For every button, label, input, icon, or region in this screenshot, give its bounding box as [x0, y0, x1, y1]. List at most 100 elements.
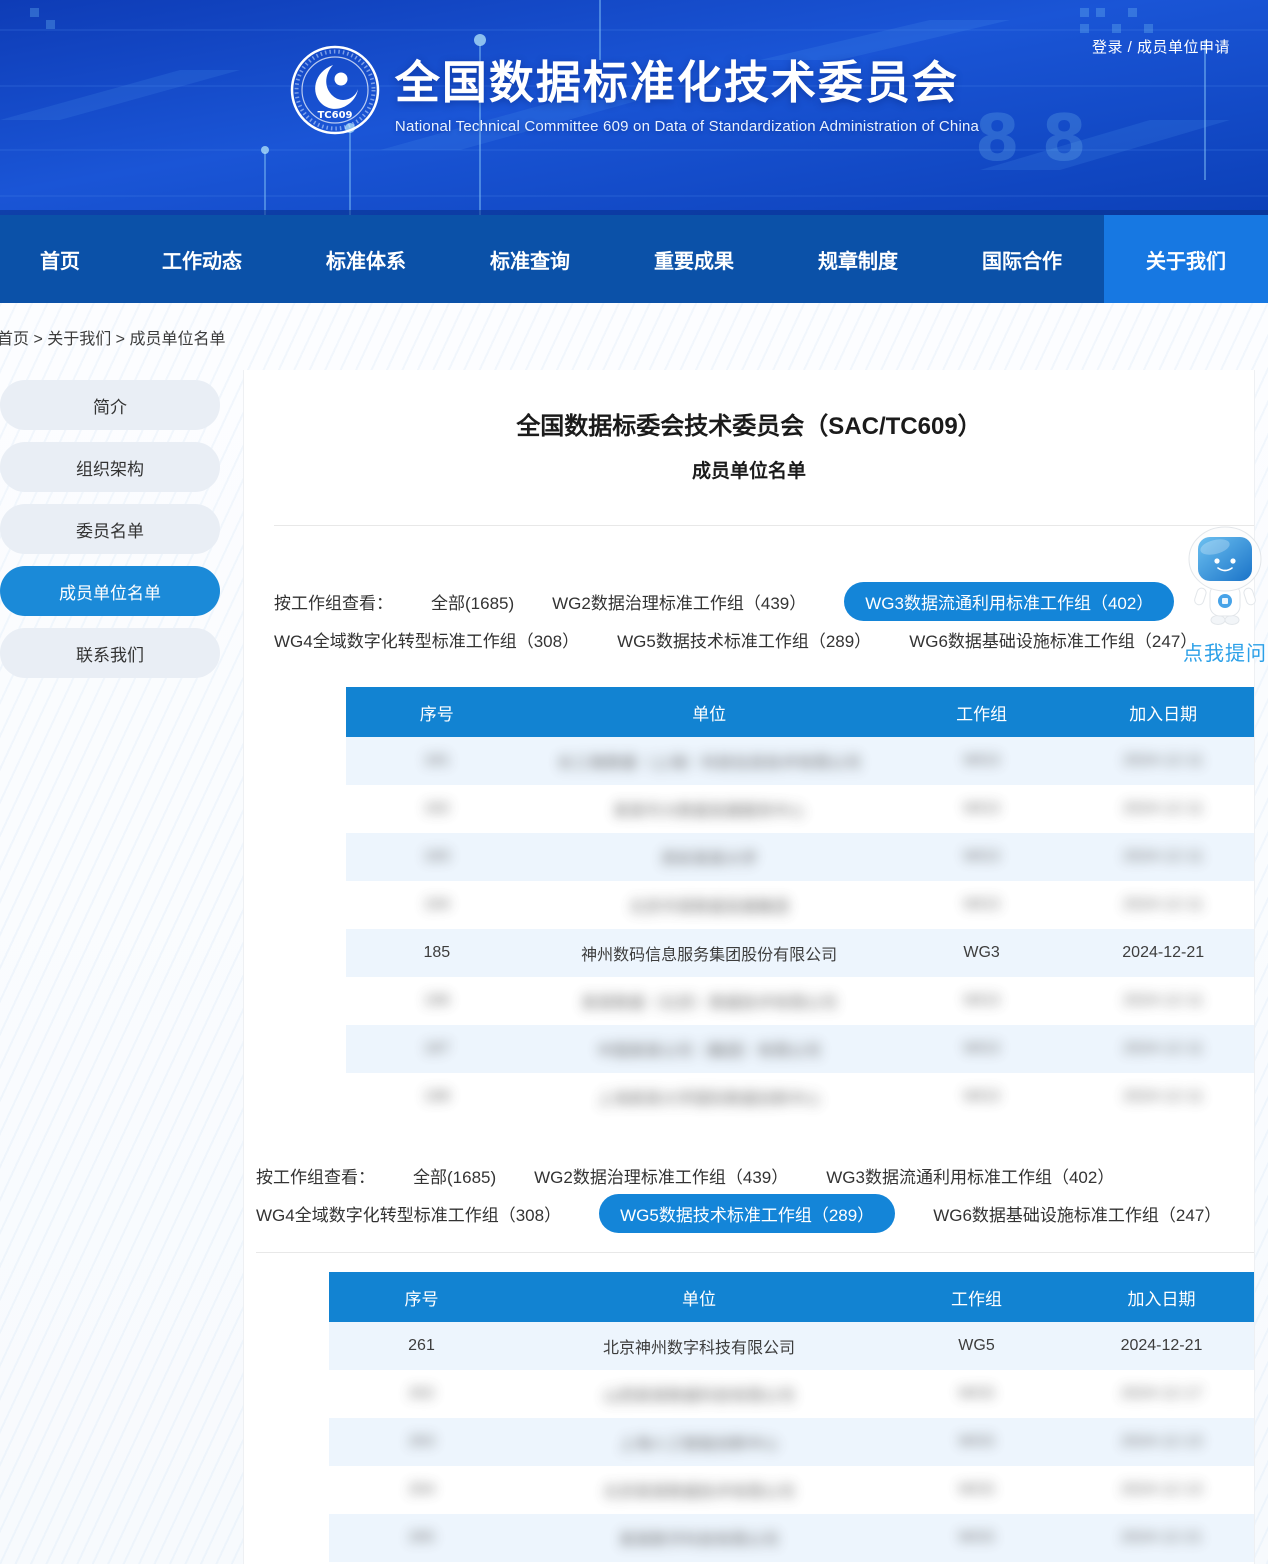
row-wg: WG3 [963, 800, 999, 818]
nav-item-1[interactable]: 首页 [0, 215, 120, 303]
table-header: 序号 [329, 1272, 514, 1322]
filter-option[interactable]: WG4全域数字化转型标准工作组（308） [256, 1201, 561, 1226]
divider [256, 1252, 1254, 1253]
assistant-widget[interactable]: 点我提问 [1183, 526, 1267, 666]
row-date: 2024-12-11 [1123, 1040, 1204, 1058]
table-row: 263上海人工智能创新中心WG52024-12-13 [329, 1418, 1254, 1466]
member-table-wg3: 序号单位工作组加入日期181长三角数据（上海）科技信息技术有限公司WG32024… [346, 687, 1254, 1121]
svg-text:TC609: TC609 [317, 110, 352, 121]
table-header: 加入日期 [1069, 1272, 1254, 1322]
row-unit: 北京神州数字科技有限公司 [603, 1334, 795, 1358]
row-no: 186 [423, 992, 450, 1010]
filter-option[interactable]: WG5数据技术标准工作组（289） [617, 627, 871, 652]
filter-option[interactable]: WG6数据基础设施标准工作组（247） [933, 1201, 1221, 1226]
table-header: 序号 [346, 687, 528, 737]
row-wg: WG5 [958, 1433, 994, 1451]
divider [274, 525, 1254, 526]
page-title: 全国数据标委会技术委员会（SAC/TC609） [244, 406, 1254, 441]
filter-section-wg5: 按工作组查看：全部(1685)WG2数据治理标准工作组（439）WG3数据流通利… [256, 1156, 1221, 1232]
row-wg: WG5 [958, 1385, 994, 1403]
row-date: 2024-12-13 [1121, 1481, 1203, 1499]
row-no: 265 [408, 1529, 435, 1547]
row-wg: WG3 [963, 848, 999, 866]
filter-option[interactable]: WG2数据治理标准工作组（439） [552, 589, 806, 614]
filter-option[interactable]: WG3数据流通利用标准工作组（402） [826, 1163, 1114, 1188]
row-unit: 上海人工智能创新中心 [619, 1430, 779, 1454]
breadcrumb[interactable]: 首页 > 关于我们 > 成员单位名单 [0, 325, 225, 349]
nav-item-7[interactable]: 国际合作 [940, 215, 1104, 303]
site-banner: 8 8 登录 / 成员单位申请 TC609 全国数据标准化技术委员会 Natio… [0, 0, 1268, 215]
row-unit: 山西某某数据科技有限公司 [603, 1382, 795, 1406]
nav-item-6[interactable]: 规章制度 [776, 215, 940, 303]
member-table-wg5: 序号单位工作组加入日期 261 北京神州数字科技有限公司 WG5 2024-12-21 2… [329, 1272, 1254, 1562]
sidebar-item-4[interactable]: 成员单位名单 [0, 566, 220, 616]
table-header: 加入日期 [1072, 687, 1254, 737]
table-row: 184 北京市某数据发展集团 WG3 2024-12-11 [346, 881, 1254, 929]
sidebar-item-3[interactable]: 委员名单 [0, 504, 220, 554]
row-unit: 神州数码信息服务集团股份有限公司 [581, 941, 837, 965]
filter-option[interactable]: WG6数据基础设施标准工作组（247） [909, 627, 1197, 652]
row-no: 264 [408, 1481, 435, 1499]
table-row: 185神州数码信息服务集团股份有限公司WG32024-12-21 [346, 929, 1254, 977]
filter-option[interactable]: 全部(1685) [413, 1163, 496, 1188]
filter-option[interactable]: WG2数据治理标准工作组（439） [534, 1163, 788, 1188]
row-date: 2024-12-21 [1121, 1529, 1203, 1547]
row-unit: 上海某某大学国际数据创新中心 [597, 1085, 821, 1109]
row-date: 2024-12-11 [1123, 800, 1204, 818]
row-date: 2024-12-17 [1121, 1385, 1203, 1403]
nav-item-4[interactable]: 标准查询 [448, 215, 612, 303]
table-header: 工作组 [884, 1272, 1069, 1322]
row-wg: WG3 [963, 944, 999, 962]
row-date: 2024-12-11 [1123, 848, 1204, 866]
table-row: 264北京某某数据技术有限公司WG52024-12-13 [329, 1466, 1254, 1514]
row-date: 2024-12-11 [1123, 896, 1204, 914]
row-date: 2024-12-13 [1121, 1433, 1203, 1451]
table-row: 181长三角数据（上海）科技信息技术有限公司WG32024-12-11 [346, 737, 1254, 785]
sidebar-item-5[interactable]: 联系我们 [0, 628, 220, 678]
row-unit: 长三角数据（上海）科技信息技术有限公司 [557, 749, 861, 773]
content-card: 全国数据标委会技术委员会（SAC/TC609） 成员单位名单 按工作组查看：全部… [243, 370, 1255, 1564]
table-header: 单位 [528, 687, 891, 737]
login-link[interactable]: 登录 / 成员单位申请 [1092, 36, 1230, 57]
filter-option[interactable]: WG4全域数字化转型标准工作组（308） [274, 627, 579, 652]
filter-option[interactable]: 全部(1685) [431, 589, 514, 614]
filter-option-selected[interactable]: WG5数据技术标准工作组（289） [599, 1194, 895, 1233]
row-wg: WG3 [963, 1088, 999, 1106]
row-unit: 北京某某数据技术有限公司 [603, 1478, 795, 1502]
nav-item-2[interactable]: 工作动态 [120, 215, 284, 303]
row-unit: 西安某某大学 [661, 845, 757, 869]
row-wg: WG3 [963, 992, 999, 1010]
row-no: 183 [423, 848, 450, 866]
table-row: 188 上海某某大学国际数据创新中心 WG3 2024-12-11 [346, 1073, 1254, 1121]
table-row: 262山西某某数据科技有限公司WG52024-12-17 [329, 1370, 1254, 1418]
table-row: 187中国某某公司（集团）有限公司WG32024-12-11 [346, 1025, 1254, 1073]
nav-item-3[interactable]: 标准体系 [284, 215, 448, 303]
filter-group-label: 按工作组查看： [274, 589, 393, 614]
table-row: 183 西安某某大学 WG3 2024-12-11 [346, 833, 1254, 881]
site-title: 全国数据标准化技术委员会 [395, 46, 979, 111]
row-no: 261 [408, 1337, 435, 1355]
row-no: 188 [423, 1088, 450, 1106]
row-wg: WG3 [963, 752, 999, 770]
nav-item-8[interactable]: 关于我们 [1104, 215, 1268, 303]
row-unit: 北京市某数据发展集团 [629, 893, 789, 917]
row-unit: 某某市大数据发展服务中心 [613, 797, 805, 821]
filter-option-selected[interactable]: WG3数据流通利用标准工作组（402） [844, 582, 1174, 621]
sidebar-nav: 简介组织架构委员名单成员单位名单联系我们 [0, 380, 220, 690]
breadcrumb-bar: 首页 > 关于我们 > 成员单位名单 [0, 303, 1268, 370]
row-date: 2024-12-21 [1121, 1337, 1203, 1355]
nav-item-5[interactable]: 重要成果 [612, 215, 776, 303]
table-row: 261北京神州数字科技有限公司WG52024-12-21 [329, 1322, 1254, 1370]
site-brand: TC609 全国数据标准化技术委员会 National Technical Co… [0, 44, 1268, 136]
committee-logo-icon: TC609 [289, 44, 381, 136]
sidebar-item-2[interactable]: 组织架构 [0, 442, 220, 492]
row-date: 2024-12-11 [1123, 1088, 1204, 1106]
row-wg: WG3 [963, 896, 999, 914]
row-unit: 某某数字科技有限公司 [619, 1526, 779, 1550]
table-header: 单位 [514, 1272, 884, 1322]
row-no: 185 [423, 944, 450, 962]
row-no: 184 [423, 896, 450, 914]
assistant-label: 点我提问 [1183, 637, 1267, 666]
sidebar-item-1[interactable]: 简介 [0, 380, 220, 430]
row-no: 187 [423, 1040, 450, 1058]
